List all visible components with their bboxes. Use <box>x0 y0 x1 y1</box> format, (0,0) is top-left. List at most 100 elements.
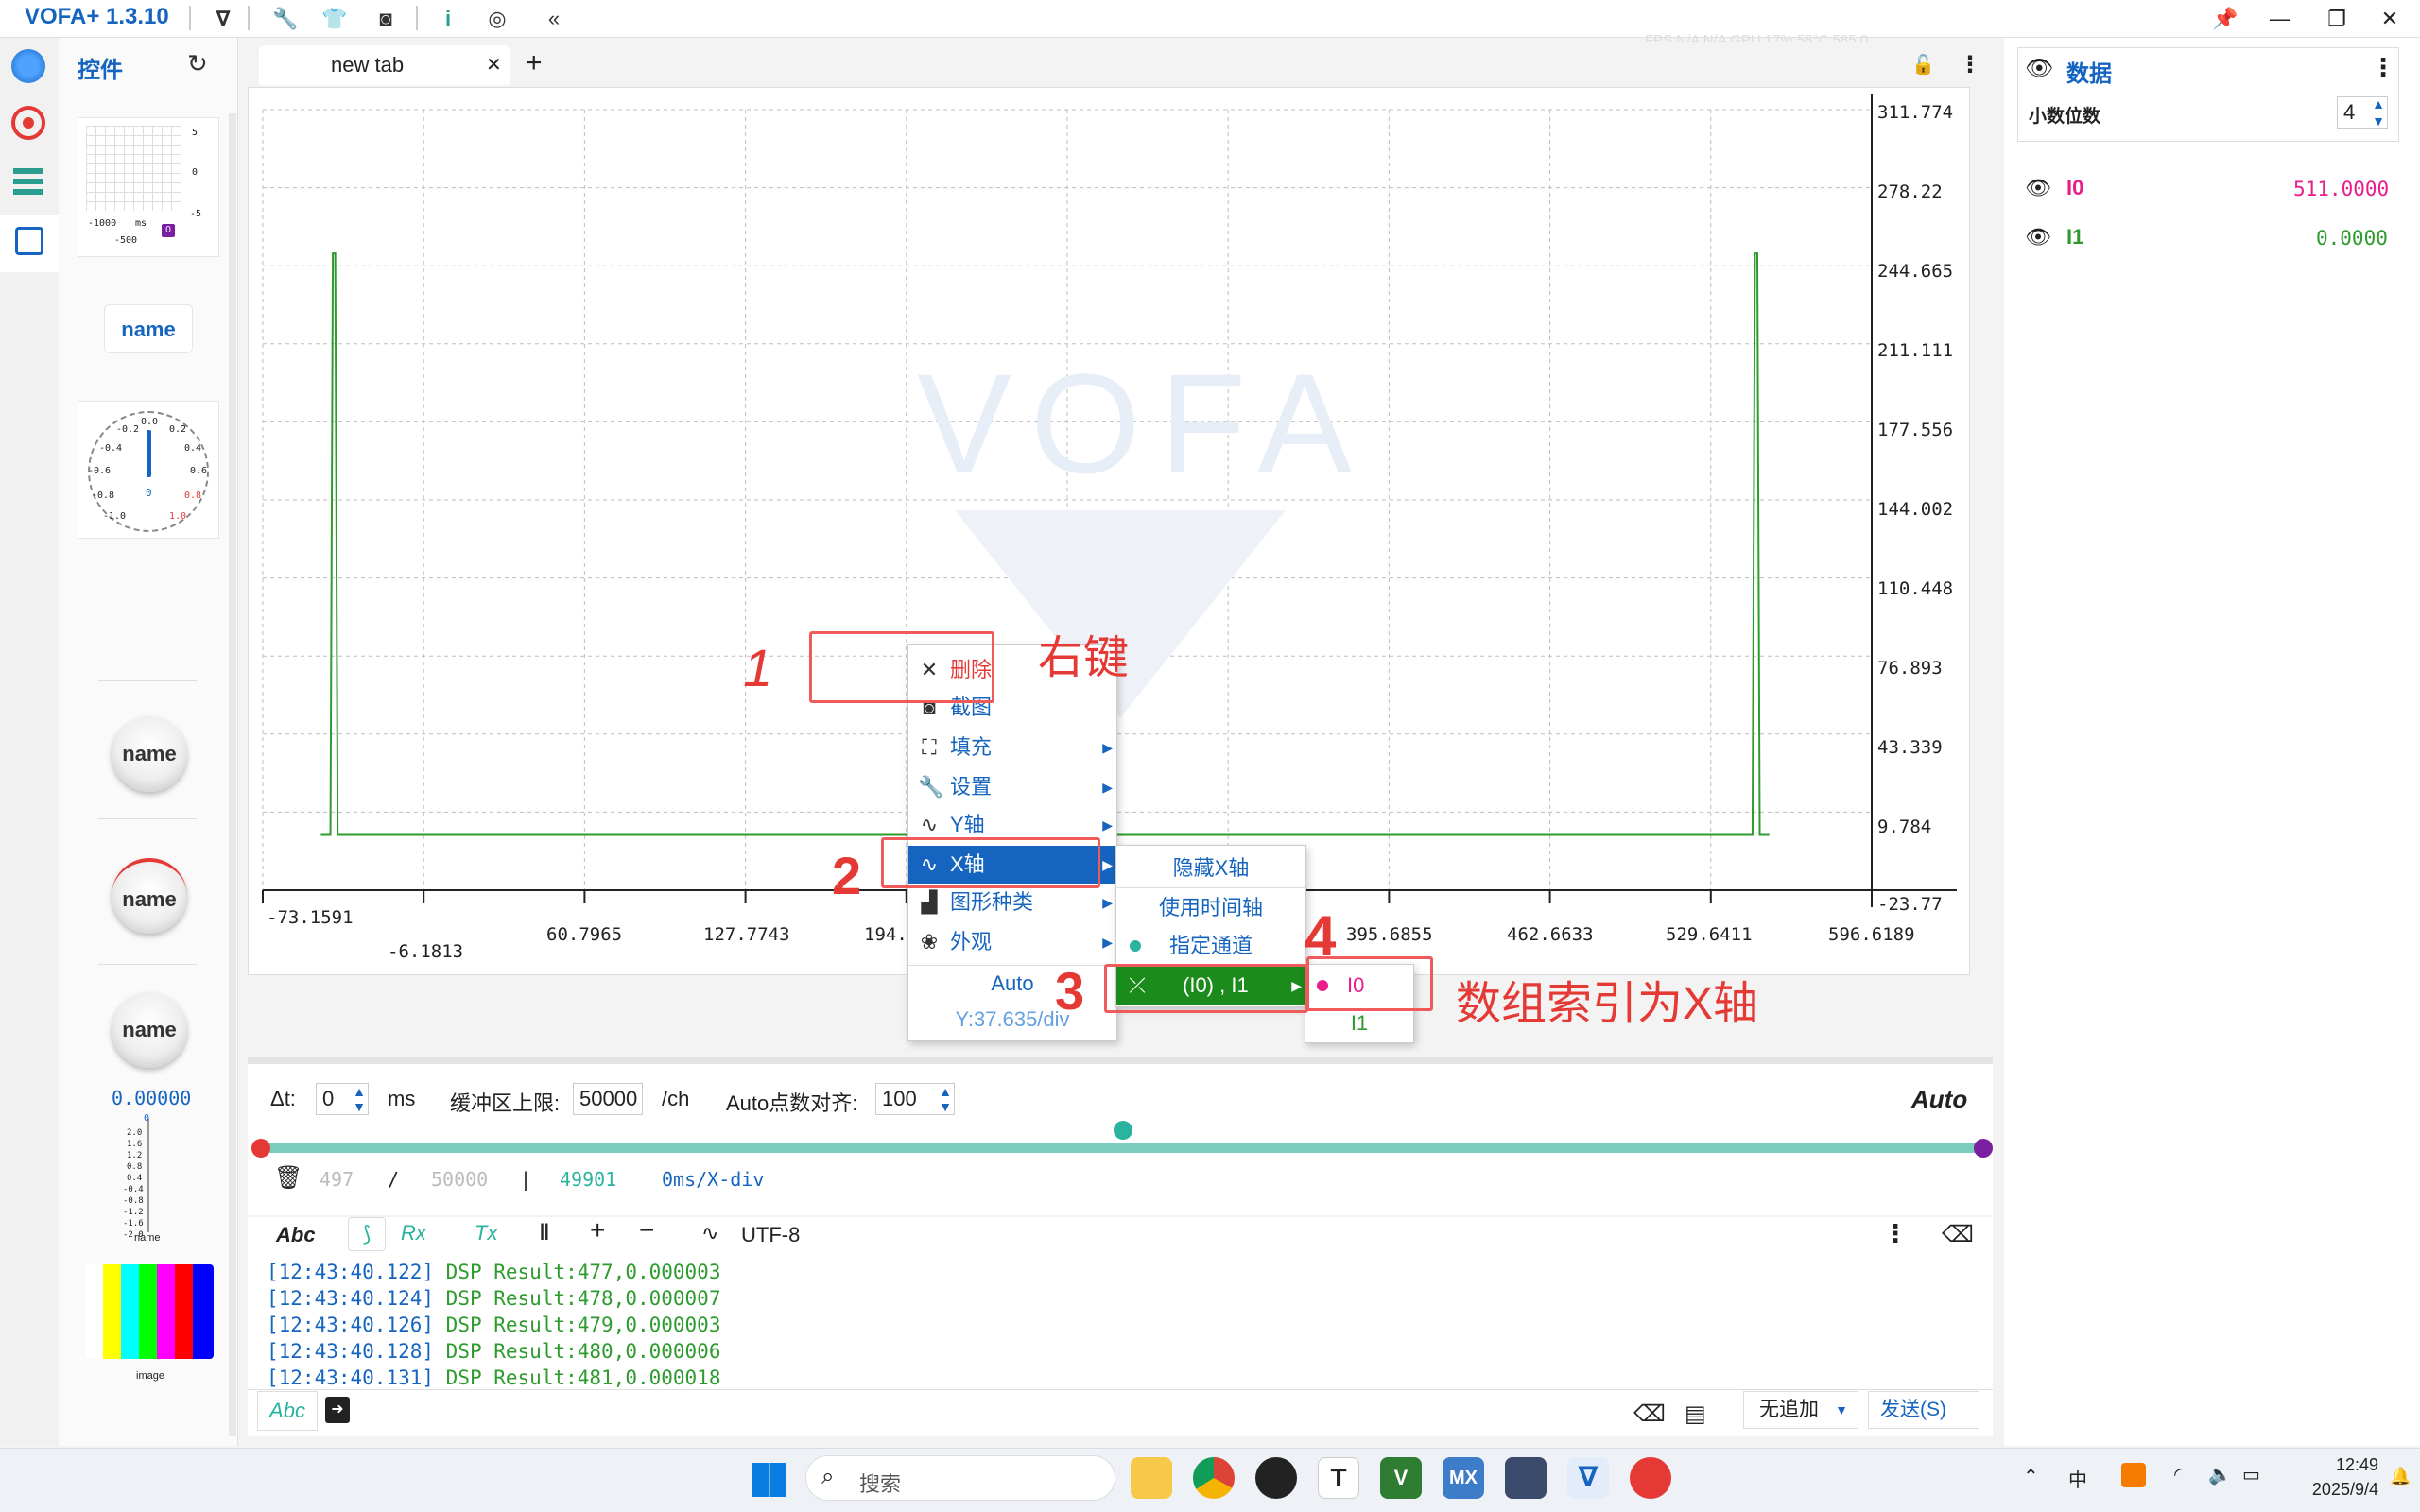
rx-toggle[interactable]: Rx <box>401 1221 426 1246</box>
volume-icon[interactable]: 🔈 <box>2208 1463 2232 1486</box>
log-line: [12:43:40.126] DSP Result:479,0.000003 <box>267 1314 721 1336</box>
channel-name-i1: I1 <box>2066 225 2084 249</box>
protocol-icon[interactable]: ∿ <box>701 1221 718 1246</box>
splitter[interactable] <box>248 1057 1993 1064</box>
append-select[interactable]: 无追加 ▼ <box>1743 1391 1858 1429</box>
x-tick-label: 529.6411 <box>1666 924 1753 945</box>
vofa-taskbar-icon[interactable]: ∇ <box>1567 1457 1609 1499</box>
y-tick-label: 43.339 <box>1877 737 1943 758</box>
menu-item-assign-channel[interactable]: 指定通道 <box>1116 927 1305 965</box>
file-send-icon[interactable]: ➜ <box>325 1397 350 1423</box>
chrome-icon[interactable] <box>1193 1457 1235 1499</box>
clock-time[interactable]: 12:49 <box>2316 1455 2378 1475</box>
x-tick-label: -6.1813 <box>388 941 464 962</box>
annotation-index-x-axis: 数组索引为X轴 <box>1456 979 1759 1029</box>
stat-buffer: 50000 <box>431 1168 489 1191</box>
tray-chevron-icon[interactable]: ⌃ <box>2023 1465 2039 1488</box>
tx-toggle[interactable]: Tx <box>475 1221 497 1246</box>
text-format-icon[interactable]: Ⅱ <box>539 1219 550 1246</box>
menu-item-fill[interactable]: ⛶ 填充 ▶ <box>908 729 1116 766</box>
typora-icon[interactable]: T <box>1318 1457 1359 1499</box>
wifi-icon[interactable]: ◜ <box>2174 1463 2182 1486</box>
y-tick-label: 211.111 <box>1877 340 1954 361</box>
search-icon: ⌕ <box>821 1464 835 1489</box>
encoding-select[interactable]: UTF-8 <box>741 1223 800 1247</box>
stat-points: 49901 <box>560 1168 617 1191</box>
buffer-input[interactable]: 50000 <box>573 1083 643 1115</box>
menu-item-hide-x-axis[interactable]: 隐藏X轴 <box>1116 850 1305 887</box>
timestamp-toggle-icon[interactable]: ⟆ <box>348 1217 386 1251</box>
netease-music-icon[interactable] <box>1630 1457 1671 1499</box>
x-tick-label: 194. <box>864 924 908 945</box>
stm32cubemx-icon[interactable]: MX <box>1443 1457 1484 1499</box>
eye-icon[interactable]: 👁 <box>2025 176 2051 200</box>
annotation-step-2: 2 <box>832 846 862 905</box>
qq-icon[interactable] <box>1255 1457 1297 1499</box>
channel-value-i0: 511.0000 <box>2293 178 2390 200</box>
notification-icon[interactable]: 🔔 <box>2390 1467 2411 1486</box>
search-placeholder: 搜索 <box>859 1472 902 1496</box>
fill-icon: ⛶ <box>922 735 937 759</box>
cat-app-icon[interactable] <box>1505 1457 1547 1499</box>
stat-current: 497 <box>320 1168 354 1191</box>
annotation-box-2 <box>881 837 1100 888</box>
history-icon[interactable]: ▤ <box>1685 1400 1706 1428</box>
timeline-end-handle[interactable] <box>1974 1139 1993 1158</box>
y-tick-label: -23.77 <box>1877 894 1943 915</box>
stat-xdiv: 0ms/X-div <box>662 1168 765 1191</box>
file-explorer-icon[interactable] <box>1131 1457 1172 1499</box>
windows-start-icon[interactable] <box>752 1463 786 1497</box>
menu-item-use-time-axis[interactable]: 使用时间轴 <box>1116 889 1305 927</box>
chart-type-icon: ▟ <box>921 890 938 914</box>
menu-item-chart-type[interactable]: ▟ 图形种类 ▶ <box>908 884 1116 921</box>
send-abc-toggle[interactable]: Abc <box>257 1391 318 1431</box>
buffer-label: 缓冲区上限: <box>450 1091 561 1115</box>
y-tick-label: 110.448 <box>1877 578 1954 599</box>
data-panel-title: 数据 <box>2066 61 2112 87</box>
menu-div-info: Y:37.635/div <box>955 1007 1070 1031</box>
auto-mode[interactable]: Auto <box>1911 1085 1967 1114</box>
timeline-position-handle[interactable] <box>1114 1121 1132 1140</box>
console-abc-toggle[interactable]: Abc <box>276 1223 316 1247</box>
log-line: [12:43:40.131] DSP Result:481,0.000018 <box>267 1366 721 1387</box>
zoom-out-icon[interactable]: − <box>639 1215 654 1246</box>
palette-icon: ❀ <box>920 930 939 954</box>
dt-label: Δt: <box>270 1087 296 1110</box>
wrench-icon: 🔧 <box>918 775 944 799</box>
sogou-icon[interactable] <box>2121 1463 2146 1487</box>
y-tick-label: 9.784 <box>1877 816 1932 837</box>
trash-icon[interactable]: 🗑 <box>274 1164 302 1192</box>
send-input[interactable] <box>363 1395 1620 1431</box>
menu-item-appearance[interactable]: ❀ 外观 ▶ <box>908 923 1116 961</box>
dt-stepper[interactable]: 0 ▲ ▼ <box>316 1083 369 1115</box>
eye-icon[interactable]: 👁 <box>2025 55 2053 82</box>
zoom-in-icon[interactable]: + <box>590 1215 605 1246</box>
log-line: [12:43:40.128] DSP Result:480,0.000006 <box>267 1340 721 1363</box>
menu-item-auto[interactable]: Auto <box>908 965 1116 1003</box>
timeline-track[interactable] <box>261 1143 1983 1153</box>
timeline-start-handle[interactable] <box>251 1139 270 1158</box>
vs-code-icon[interactable]: V <box>1380 1457 1422 1499</box>
clear-input-icon[interactable]: ⌫ <box>1634 1400 1666 1428</box>
ime-indicator[interactable]: 中 <box>2068 1465 2087 1492</box>
data-panel-menu-icon[interactable]: ⋮ <box>2371 53 2395 82</box>
decimals-stepper[interactable]: 4 ▲ ▼ <box>2337 96 2388 129</box>
x-tick-label: 60.7965 <box>546 924 623 945</box>
channel-value-i1: 0.0000 <box>2316 227 2388 249</box>
clock-date[interactable]: 2025/9/4 <box>2291 1480 2378 1500</box>
annotation-step-1: 1 <box>743 638 773 697</box>
battery-icon[interactable]: ▭ <box>2242 1463 2260 1486</box>
send-button[interactable]: 发送(S) <box>1868 1391 1979 1429</box>
taskbar-search[interactable]: ⌕ 搜索 <box>805 1455 1115 1501</box>
menu-item-settings[interactable]: 🔧 设置 ▶ <box>908 768 1116 806</box>
menu-divider <box>1116 887 1305 888</box>
stat-bar: | <box>520 1168 532 1191</box>
stat-separator: / <box>388 1168 400 1191</box>
y-tick-label: 144.002 <box>1877 499 1954 520</box>
console-menu-icon[interactable]: ⋮ <box>1883 1219 1908 1248</box>
eraser-icon[interactable]: ⌫ <box>1942 1221 1974 1248</box>
log-line: [12:43:40.124] DSP Result:478,0.000007 <box>267 1287 721 1310</box>
annotation-step-4: 4 <box>1305 904 1337 968</box>
eye-icon[interactable]: 👁 <box>2025 225 2051 249</box>
auto-align-stepper[interactable]: 100 ▲ ▼ <box>875 1083 955 1115</box>
